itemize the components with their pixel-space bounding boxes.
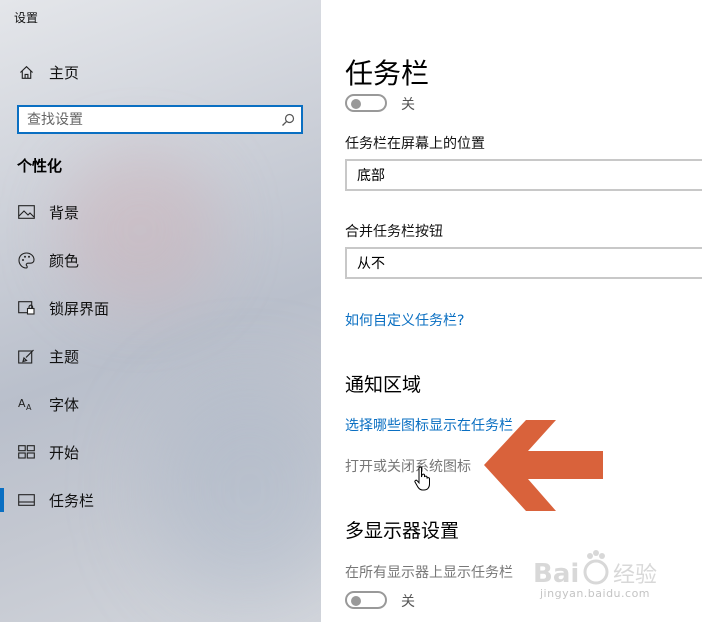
multi-display-heading: 多显示器设置 bbox=[345, 520, 460, 542]
picture-icon bbox=[17, 203, 35, 221]
svg-text:A: A bbox=[26, 403, 32, 412]
position-label: 任务栏在屏幕上的位置 bbox=[345, 136, 485, 152]
sidebar-item-lock-screen[interactable]: 锁屏界面 bbox=[0, 284, 321, 332]
sidebar-item-label: 任务栏 bbox=[49, 491, 95, 510]
show-on-all-label: 在所有显示器上显示任务栏 bbox=[345, 565, 513, 581]
start-grid-icon bbox=[17, 443, 35, 461]
sidebar-item-label: 锁屏界面 bbox=[49, 299, 110, 318]
combine-value: 从不 bbox=[357, 256, 385, 272]
watermark-url: jingyan.baidu.com bbox=[540, 587, 651, 600]
sidebar-item-start[interactable]: 开始 bbox=[0, 428, 321, 476]
search-box[interactable] bbox=[17, 105, 303, 134]
combine-dropdown[interactable]: 从不 bbox=[345, 247, 702, 279]
hand-cursor-icon bbox=[414, 466, 430, 491]
home-label: 主页 bbox=[49, 64, 80, 82]
main-content: 任务栏 关 任务栏在屏幕上的位置 底部 合并任务栏按钮 从不 如何自定义任务栏?… bbox=[321, 0, 702, 622]
taskbar-toggle-top[interactable] bbox=[345, 94, 387, 112]
sidebar-item-label: 主题 bbox=[49, 347, 80, 366]
sidebar-item-fonts[interactable]: AA 字体 bbox=[0, 380, 321, 428]
sidebar-item-background[interactable]: 背景 bbox=[0, 188, 321, 236]
multi-display-toggle[interactable] bbox=[345, 591, 387, 609]
svg-text:经验: 经验 bbox=[613, 563, 657, 588]
toggle-knob bbox=[351, 99, 361, 109]
sidebar-item-label: 颜色 bbox=[49, 251, 80, 270]
sidebar-item-label: 字体 bbox=[49, 395, 80, 414]
sidebar-item-label: 背景 bbox=[49, 203, 80, 222]
toggle-knob bbox=[351, 596, 361, 606]
svg-text:A: A bbox=[18, 397, 26, 410]
taskbar-icon bbox=[17, 491, 35, 509]
customize-taskbar-link[interactable]: 如何自定义任务栏? bbox=[345, 310, 464, 330]
font-icon: AA bbox=[17, 395, 35, 413]
palette-icon bbox=[17, 251, 35, 269]
notification-area-heading: 通知区域 bbox=[345, 374, 422, 396]
sidebar-nav: 背景 颜色 锁屏界面 主题 AA 字体 开始 任务栏 bbox=[0, 188, 321, 524]
section-title: 个性化 bbox=[17, 157, 63, 175]
svg-text:Bai: Bai bbox=[533, 559, 579, 589]
sidebar-item-taskbar[interactable]: 任务栏 bbox=[0, 476, 321, 524]
combine-label: 合并任务栏按钮 bbox=[345, 224, 443, 240]
sidebar-item-colors[interactable]: 颜色 bbox=[0, 236, 321, 284]
toggle-top-state: 关 bbox=[401, 97, 415, 113]
sidebar-item-label: 开始 bbox=[49, 443, 80, 462]
toggle-bottom-state: 关 bbox=[401, 594, 415, 610]
page-title: 任务栏 bbox=[345, 57, 430, 90]
window-title: 设置 bbox=[14, 11, 39, 25]
sidebar-item-themes[interactable]: 主题 bbox=[0, 332, 321, 380]
home-icon bbox=[18, 65, 34, 81]
position-dropdown[interactable]: 底部 bbox=[345, 159, 702, 191]
theme-brush-icon bbox=[17, 347, 35, 365]
home-nav-item[interactable]: 主页 bbox=[18, 62, 79, 83]
system-icons-link[interactable]: 打开或关闭系统图标 bbox=[345, 456, 471, 476]
position-value: 底部 bbox=[357, 168, 385, 184]
orange-arrow-icon bbox=[484, 420, 603, 511]
search-input[interactable] bbox=[19, 106, 275, 133]
search-icon[interactable] bbox=[275, 107, 301, 132]
lock-screen-icon bbox=[17, 299, 35, 317]
settings-sidebar: 设置 主页 个性化 背景 颜色 锁屏界面 bbox=[0, 0, 321, 622]
